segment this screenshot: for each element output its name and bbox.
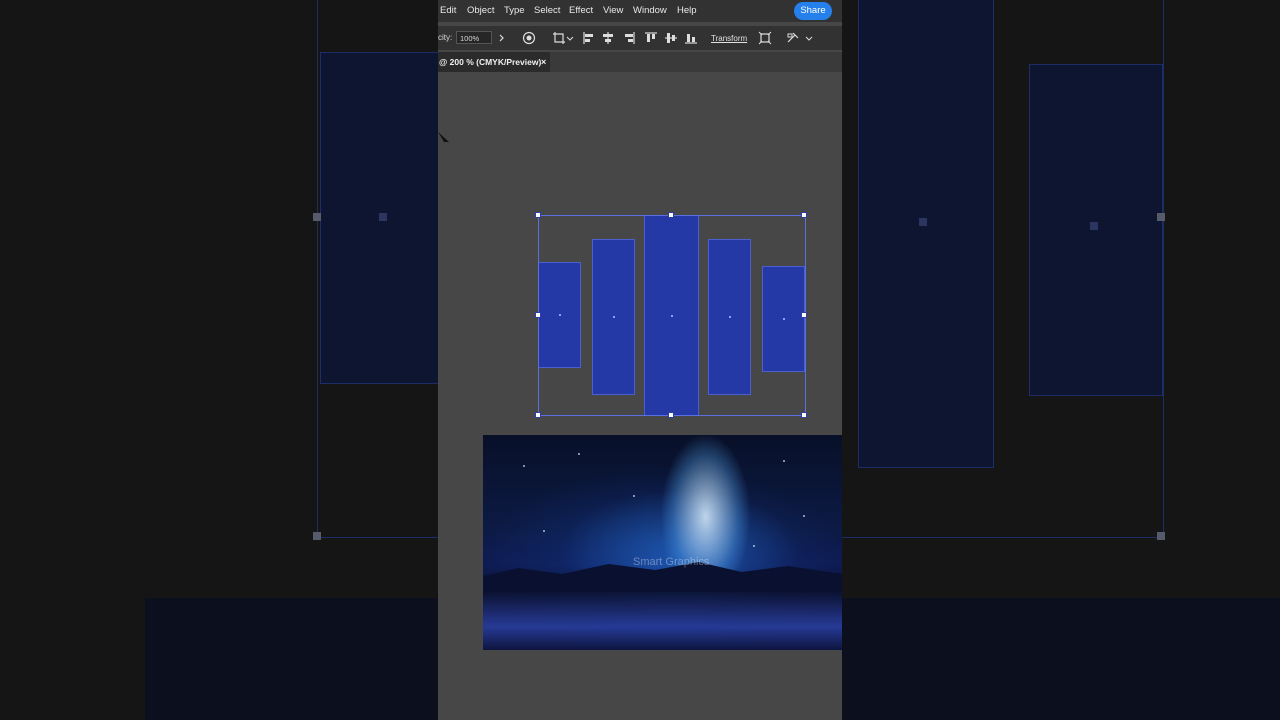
isolate-icon[interactable] bbox=[758, 31, 772, 45]
transform-link[interactable]: Transform bbox=[711, 34, 747, 43]
chevron-right-icon[interactable] bbox=[495, 31, 509, 45]
star bbox=[803, 515, 805, 517]
menu-window[interactable]: Window bbox=[633, 5, 667, 16]
align-top-icon[interactable] bbox=[644, 31, 658, 45]
document-tab-label: @ 200 % (CMYK/Preview) bbox=[439, 57, 542, 67]
menu-view[interactable]: View bbox=[603, 5, 623, 16]
app-window: Edit Object Type Select Effect View Wind… bbox=[438, 0, 842, 720]
selection-bounding-box[interactable] bbox=[538, 215, 806, 416]
selection-handle[interactable] bbox=[668, 412, 674, 418]
star bbox=[523, 465, 525, 467]
bg-handle bbox=[313, 532, 321, 540]
menu-type[interactable]: Type bbox=[504, 5, 525, 16]
bg-handle bbox=[1157, 532, 1165, 540]
star bbox=[633, 495, 635, 497]
selection-handle[interactable] bbox=[535, 212, 541, 218]
galaxy-image[interactable]: Smart Graphics bbox=[483, 435, 842, 650]
align-right-icon[interactable] bbox=[622, 31, 636, 45]
bg-rectangle bbox=[858, 0, 994, 468]
align-bottom-icon[interactable] bbox=[684, 31, 698, 45]
water-reflection bbox=[483, 592, 842, 650]
opacity-label: city: bbox=[438, 33, 453, 42]
cursor-arrow-icon bbox=[438, 132, 449, 142]
opacity-input[interactable]: 100% bbox=[456, 31, 492, 44]
quick-actions-icon[interactable] bbox=[786, 31, 800, 45]
close-icon[interactable]: × bbox=[541, 52, 546, 72]
menu-bar: Edit Object Type Select Effect View Wind… bbox=[438, 0, 842, 22]
selection-handle[interactable] bbox=[801, 212, 807, 218]
menu-effect[interactable]: Effect bbox=[569, 5, 593, 16]
share-button[interactable]: Share bbox=[794, 2, 832, 20]
selection-handle[interactable] bbox=[535, 312, 541, 318]
star bbox=[578, 453, 580, 455]
star bbox=[543, 530, 545, 532]
crop-icon[interactable] bbox=[552, 31, 566, 45]
bg-handle bbox=[1157, 213, 1165, 221]
selection-handle[interactable] bbox=[801, 312, 807, 318]
bg-rectangle bbox=[1029, 64, 1163, 396]
menu-edit[interactable]: Edit bbox=[440, 5, 456, 16]
align-left-icon[interactable] bbox=[582, 31, 596, 45]
bg-center-point bbox=[919, 218, 927, 226]
bg-center-point bbox=[1090, 222, 1098, 230]
watermark-text: Smart Graphics bbox=[633, 556, 710, 568]
star bbox=[753, 545, 755, 547]
menu-object[interactable]: Object bbox=[467, 5, 494, 16]
align-center-icon[interactable] bbox=[601, 31, 615, 45]
document-tab[interactable]: @ 200 % (CMYK/Preview) × bbox=[438, 52, 550, 72]
align-middle-icon[interactable] bbox=[664, 31, 678, 45]
selection-handle[interactable] bbox=[535, 412, 541, 418]
control-bar: city: 100% Transform bbox=[438, 26, 842, 50]
selection-handle[interactable] bbox=[801, 412, 807, 418]
bg-handle bbox=[313, 213, 321, 221]
document-tab-bar: @ 200 % (CMYK/Preview) × bbox=[438, 52, 842, 72]
selection-handle[interactable] bbox=[668, 212, 674, 218]
star bbox=[783, 460, 785, 462]
artboard-canvas[interactable]: Smart Graphics bbox=[438, 72, 842, 720]
recolor-icon[interactable] bbox=[522, 31, 536, 45]
menu-help[interactable]: Help bbox=[677, 5, 697, 16]
bg-center-point bbox=[379, 213, 387, 221]
chevron-down-icon[interactable] bbox=[805, 31, 813, 45]
chevron-down-icon[interactable] bbox=[566, 31, 574, 45]
menu-select[interactable]: Select bbox=[534, 5, 560, 16]
